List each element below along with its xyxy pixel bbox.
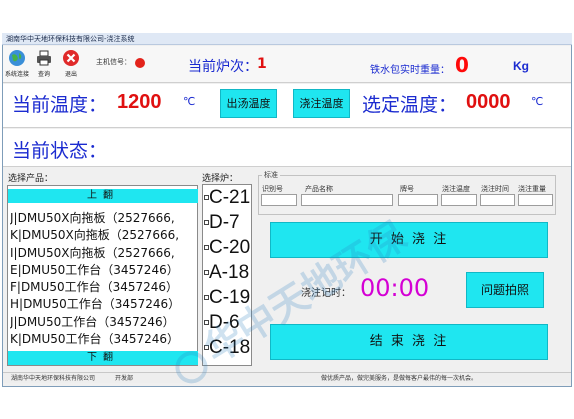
product-list-item[interactable]: K|DMU50工作台（3457246） — [10, 331, 197, 348]
status-bar: 湖南华中天地环保科技有限公司 开发部 做优质产品，做完美服务，是做每客户最伟的每… — [3, 372, 571, 383]
printer-icon — [37, 50, 51, 66]
pour-temp-button[interactable]: 浇注温度 — [293, 89, 350, 118]
photo-issue-button[interactable]: 问题拍照 — [466, 272, 544, 308]
page-up-button[interactable]: 上翻 — [8, 189, 198, 203]
furnace-list-item[interactable]: C-21 — [203, 185, 251, 210]
exit-icon — [63, 50, 79, 66]
system-connect-label: 系统连接 — [4, 71, 29, 78]
furnace-list-item[interactable]: A-18 — [203, 260, 251, 285]
set-temp-value: 0000 — [466, 91, 511, 113]
tap-temp-button[interactable]: 出汤温度 — [220, 89, 277, 118]
current-temp-unit: ℃ — [183, 95, 196, 108]
pour-timer-label: 浇注记时： — [301, 288, 351, 299]
product-list: J|DMU50X向拖板（2527666, K|DMU50X向拖板（2527666,… — [10, 210, 197, 348]
furnace-list-item[interactable]: D-6 — [203, 310, 251, 335]
product-list-item[interactable]: F|DMU50工作台（3457246） — [10, 279, 197, 296]
current-furnace-label: 当前炉次： — [188, 59, 258, 75]
furnace-list-item[interactable]: C-20 — [203, 235, 251, 260]
std-id-field[interactable] — [261, 194, 297, 206]
std-col-product-name: 产品名称 — [305, 185, 333, 193]
std-pour-time-field[interactable] — [480, 194, 515, 206]
status-company: 湖南华中天地环保科技有限公司 — [11, 375, 96, 382]
std-col-grade: 牌号 — [400, 185, 414, 193]
std-col-id: 识别号 — [262, 185, 283, 193]
ladle-weight-label: 铁水包实时重量： — [370, 65, 450, 76]
current-furnace-value: 1 — [257, 56, 267, 72]
product-section-label: 选择产品： — [8, 174, 54, 184]
window-title: 湖南华中天地环保科技有限公司-浇注系统 — [2, 33, 572, 45]
status-developer: 开发部 — [115, 375, 134, 382]
std-col-pour-weight: 浇注重量 — [518, 185, 546, 193]
product-list-item[interactable]: H|DMU50工作台（3457246） — [10, 296, 197, 313]
std-col-pour-time: 浇注时间 — [481, 185, 509, 193]
furnace-list: C-21 D-7 C-20 A-18 C-19 D-6 C-18 — [202, 184, 252, 366]
current-state-label: 当前状态： — [12, 140, 108, 162]
machine-signal-indicator — [135, 58, 145, 68]
system-connect-button[interactable]: 系统连接 — [4, 49, 30, 81]
std-grade-field[interactable] — [398, 194, 438, 206]
product-list-item[interactable]: E|DMU50工作台（3457246） — [10, 262, 197, 279]
current-temp-label: 当前温度： — [12, 94, 108, 116]
status-slogan: 做优质产品，做完美服务，是做每客户最伟的每一次机会。 — [321, 375, 478, 382]
machine-signal-label: 主机信号： — [96, 58, 131, 66]
current-temp-value: 1200 — [117, 91, 162, 113]
globe-icon — [9, 50, 25, 66]
product-list-item[interactable]: I|DMU50X向拖板（2527666, — [10, 245, 197, 262]
page-down-button[interactable]: 下翻 — [8, 351, 198, 365]
product-list-item[interactable]: J|DMU50X向拖板（2527666, — [10, 210, 197, 227]
product-list-item[interactable]: K|DMU50X向拖板（2527666, — [10, 227, 197, 244]
toolbar — [3, 46, 571, 83]
furnace-list-item[interactable]: D-7 — [203, 210, 251, 235]
standard-legend: 标准 — [262, 170, 280, 180]
exit-label: 退出 — [64, 71, 77, 78]
pour-timer-value: 00:00 — [360, 274, 430, 302]
query-label: 查询 — [37, 71, 50, 78]
set-temp-unit: ℃ — [531, 95, 544, 108]
ladle-weight-unit: Kg — [513, 59, 529, 73]
std-pour-weight-field[interactable] — [518, 194, 553, 206]
furnace-list-item[interactable]: C-18 — [203, 335, 251, 360]
std-col-pour-temp: 浇注温度 — [442, 185, 470, 193]
query-button[interactable]: 查询 — [31, 49, 57, 81]
product-list-item[interactable]: J|DMU50工作台（3457246） — [10, 314, 197, 331]
end-pour-button[interactable]: 结 束 浇 注 — [270, 324, 548, 360]
set-temp-label: 选定温度： — [362, 94, 458, 116]
furnace-section-label: 选择炉： — [202, 174, 239, 184]
std-pour-temp-field[interactable] — [441, 194, 477, 206]
std-product-name-field[interactable] — [301, 194, 393, 206]
start-pour-button[interactable]: 开 始 浇 注 — [270, 222, 548, 258]
exit-button[interactable]: 退出 — [58, 49, 84, 81]
ladle-weight-value: 0 — [455, 53, 469, 77]
furnace-list-item[interactable]: C-19 — [203, 285, 251, 310]
